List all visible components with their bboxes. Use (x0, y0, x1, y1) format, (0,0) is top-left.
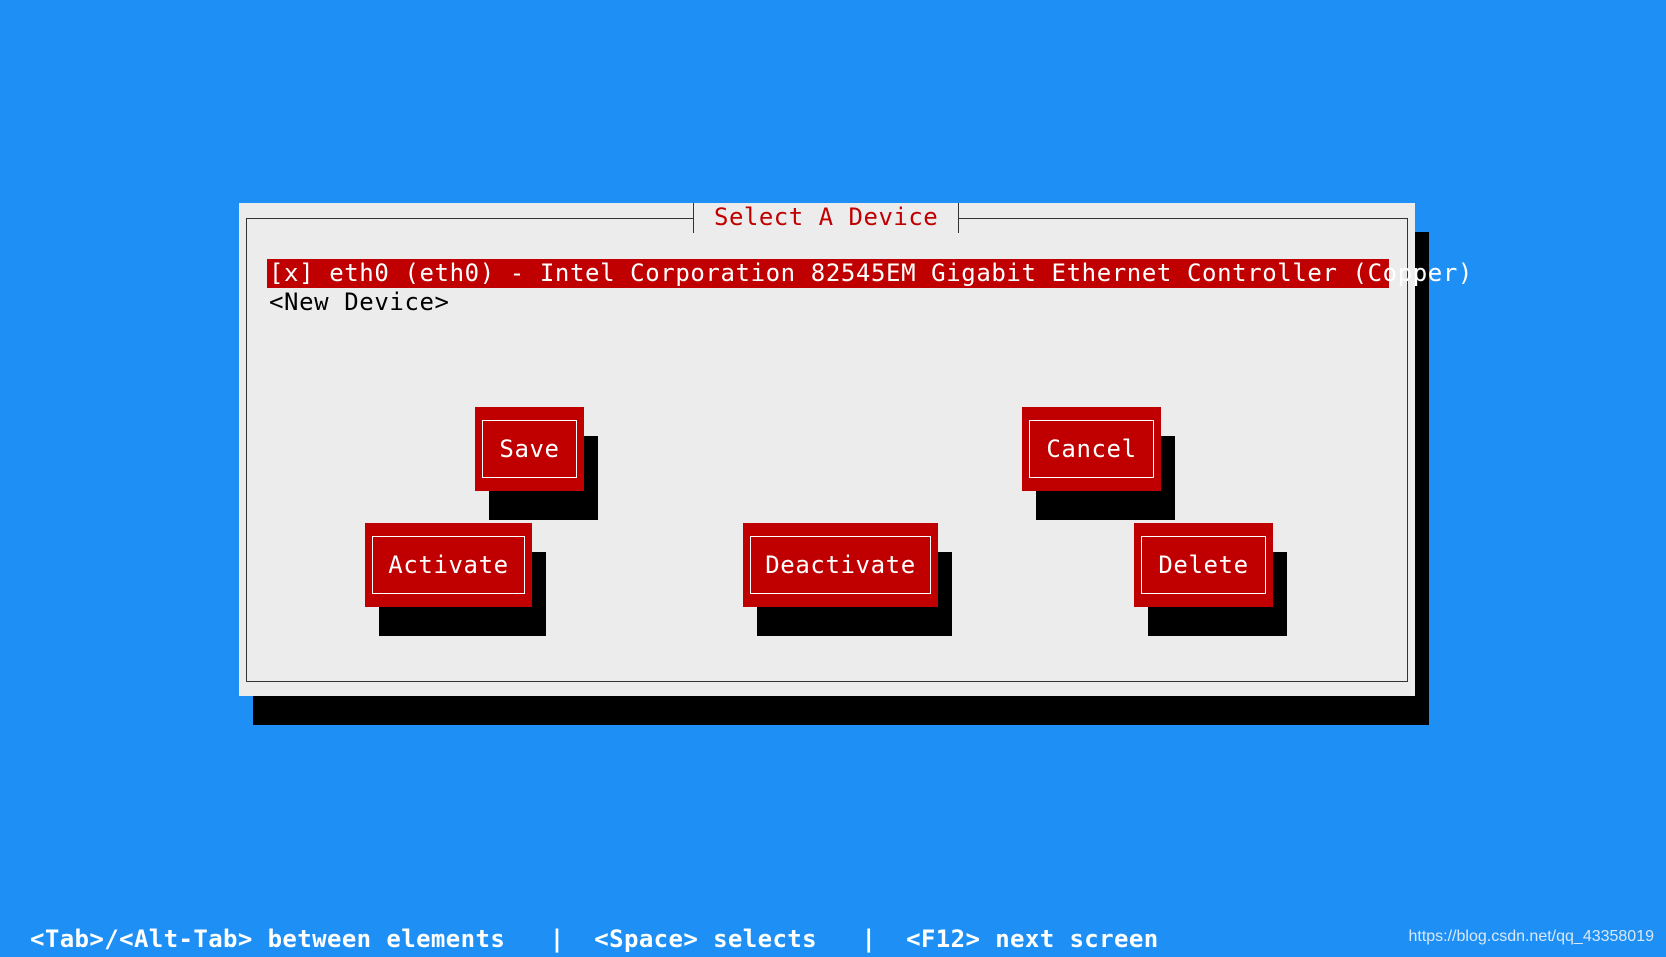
device-list: [x] eth0 (eth0) - Intel Corporation 8254… (267, 259, 1472, 317)
watermark-url: https://blog.csdn.net/qq_43358019 (1408, 928, 1654, 945)
activate-button[interactable]: Activate (365, 523, 532, 607)
cancel-button-label: Cancel (1029, 420, 1154, 478)
dialog-title: Select A Device (693, 203, 960, 233)
activate-button-label: Activate (372, 536, 525, 594)
delete-button-label: Delete (1141, 536, 1266, 594)
deactivate-button[interactable]: Deactivate (743, 523, 938, 607)
terminal-screen: Select A Device [x] eth0 (eth0) - Intel … (0, 0, 1666, 957)
cancel-button[interactable]: Cancel (1022, 407, 1161, 491)
help-status-bar: <Tab>/<Alt-Tab> between elements | <Spac… (30, 925, 1159, 953)
device-item-new-device[interactable]: <New Device> (267, 288, 1389, 317)
select-device-dialog: Select A Device [x] eth0 (eth0) - Intel … (239, 203, 1472, 696)
deactivate-button-label: Deactivate (750, 536, 931, 594)
device-item-eth0[interactable]: [x] eth0 (eth0) - Intel Corporation 8254… (267, 259, 1472, 288)
delete-button[interactable]: Delete (1134, 523, 1273, 607)
save-button[interactable]: Save (475, 407, 584, 491)
save-button-label: Save (482, 420, 577, 478)
